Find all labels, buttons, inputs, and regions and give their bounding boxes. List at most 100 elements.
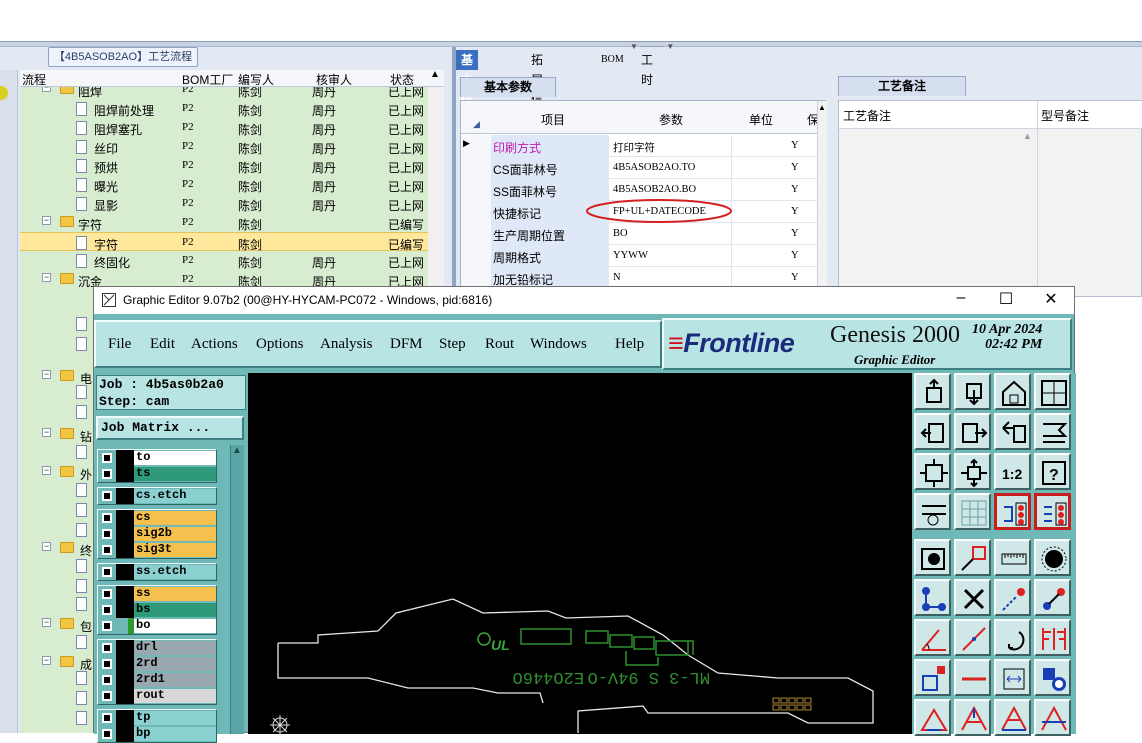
collapse-icon[interactable]: −	[42, 87, 51, 92]
param-value[interactable]: BO	[613, 228, 628, 239]
tree-folder-row[interactable]: − 字符 P2 陈剑 已编写	[20, 213, 428, 232]
layer-name[interactable]: 2rd1	[134, 673, 216, 687]
scroll-up-icon[interactable]: ▲	[430, 69, 440, 80]
layer-name[interactable]: ts	[134, 467, 216, 481]
param-value[interactable]: 4B5ASOB2AO.TO	[613, 162, 695, 173]
layer-row[interactable]: bo	[98, 618, 216, 634]
layer-name[interactable]: ss	[134, 587, 216, 601]
tree-item-row[interactable]: 显影 P2 陈剑 周丹 已上网	[20, 194, 428, 213]
snap-red2-button[interactable]	[1034, 493, 1071, 530]
tree-item-row[interactable]: 终固化 P2 陈剑 周丹 已上网	[20, 251, 428, 270]
subtab-basic-params[interactable]: 基本参数	[460, 77, 556, 97]
menu-help[interactable]: Help	[615, 336, 644, 353]
col-writer[interactable]: 编写人	[238, 71, 274, 88]
tree-item-row[interactable]: 字符 P2 陈剑 已编写	[20, 232, 428, 252]
line-button[interactable]	[954, 619, 991, 656]
tree-item-row[interactable]: 阻焊塞孔 P2 陈剑 周丹 已上网	[20, 118, 428, 137]
process-tree-scrollbar[interactable]	[428, 87, 444, 297]
param-value[interactable]: YYWW	[613, 250, 648, 261]
params-row[interactable]: CS面菲林号 4B5ASOB2AO.TO Y	[461, 157, 819, 179]
layer-list-scrollbar[interactable]: ▲	[230, 445, 244, 734]
layer-name[interactable]: cs.etch	[134, 489, 216, 503]
collapse-icon[interactable]: −	[42, 542, 51, 551]
param-value[interactable]: 4B5ASOB2AO.BO	[613, 184, 696, 195]
layer-row[interactable]: rout	[98, 688, 216, 704]
tree-item-row[interactable]: 曝光 P2 陈剑 周丹 已上网	[20, 175, 428, 194]
resize-button[interactable]	[994, 659, 1031, 696]
shape-edit-button[interactable]	[954, 539, 991, 576]
layer-checkbox[interactable]	[102, 513, 112, 523]
layer-checkbox[interactable]	[102, 643, 112, 653]
collapse-icon[interactable]: −	[42, 428, 51, 437]
param-value[interactable]: N	[613, 272, 621, 283]
layer-row[interactable]: to	[98, 450, 216, 466]
layer-name[interactable]: rout	[134, 689, 216, 703]
col-bom[interactable]: BOM工厂	[182, 71, 233, 88]
layer-name[interactable]: bo	[134, 619, 216, 633]
minus-button[interactable]	[954, 659, 991, 696]
col-param[interactable]: 参数	[659, 111, 683, 128]
col-process-notes[interactable]: 工艺备注	[843, 107, 891, 124]
tab-basic-info[interactable]: 基本信息	[456, 50, 479, 127]
measure-tool-button[interactable]	[914, 493, 951, 530]
triangle-c-button[interactable]	[1034, 699, 1071, 736]
minimize-icon[interactable]: –	[946, 289, 976, 307]
col-unit[interactable]: 单位	[749, 111, 773, 128]
layer-name[interactable]: 2rd	[134, 657, 216, 671]
delete-button[interactable]	[954, 579, 991, 616]
layer-checkbox[interactable]	[102, 675, 112, 685]
col-status[interactable]: 状态	[390, 71, 414, 88]
move-button[interactable]	[994, 579, 1031, 616]
layer-row[interactable]: sig2b	[98, 526, 216, 542]
layer-checkbox[interactable]	[102, 453, 112, 463]
collapse-icon[interactable]: −	[42, 466, 51, 475]
collapse-icon[interactable]: −	[42, 216, 51, 225]
layer-checkbox[interactable]	[102, 713, 112, 723]
menu-rout[interactable]: Rout	[485, 336, 514, 353]
collapse-icon[interactable]: −	[42, 618, 51, 627]
row-header[interactable]	[461, 245, 491, 267]
layer-name[interactable]: drl	[134, 641, 216, 655]
menu-edit[interactable]: Edit	[150, 336, 175, 353]
connect-button[interactable]	[914, 579, 951, 616]
row-header[interactable]: ▶	[461, 135, 491, 157]
col-model-notes[interactable]: 型号备注	[1041, 107, 1089, 124]
rotate-button[interactable]	[994, 619, 1031, 656]
scroll-up-icon[interactable]: ▲	[1023, 131, 1032, 141]
col-reviewer[interactable]: 核审人	[316, 71, 352, 88]
job-matrix-button[interactable]: Job Matrix ...	[96, 416, 244, 440]
layer-checkbox[interactable]	[102, 621, 112, 631]
menu-analysis[interactable]: Analysis	[320, 336, 373, 353]
layer-row[interactable]: ss	[98, 586, 216, 602]
window-split-button[interactable]	[1034, 373, 1071, 410]
layer-row[interactable]: cs.etch	[98, 488, 216, 504]
layer-name[interactable]: cs	[134, 511, 216, 525]
corner-icon[interactable]: ◢	[473, 119, 480, 130]
collapse-icon[interactable]: −	[42, 370, 51, 379]
zoom-1to1-button[interactable]: 1:2	[994, 453, 1031, 490]
scroll-up-icon[interactable]: ▲	[818, 103, 826, 112]
tab-extended-info[interactable]: 拓展信息	[526, 50, 548, 127]
menu-step[interactable]: Step	[439, 336, 466, 353]
layer-name[interactable]: bs	[134, 603, 216, 617]
menu-options[interactable]: Options	[256, 336, 304, 353]
row-header[interactable]	[461, 179, 491, 201]
row-header[interactable]	[461, 201, 491, 223]
panel-divider[interactable]	[452, 47, 456, 297]
zoom-home-button[interactable]	[914, 373, 951, 410]
params-row[interactable]: ▶ 印刷方式 打印字符 Y	[461, 135, 819, 157]
tab-process-notes[interactable]: 工艺备注	[838, 76, 966, 96]
zoom-center-button[interactable]	[954, 453, 991, 490]
node-edit-button[interactable]	[914, 659, 951, 696]
graphic-canvas[interactable]: UL E2O446O ML-3 S 94V-O	[248, 373, 912, 734]
layer-checkbox[interactable]	[102, 545, 112, 555]
tree-item-row[interactable]: 丝印 P2 陈剑 周丹 已上网	[20, 137, 428, 156]
menu-actions[interactable]: Actions	[191, 336, 238, 353]
layer-row[interactable]: drl	[98, 640, 216, 656]
tree-folder-row[interactable]: − 阻焊 P2 陈剑 周丹 已上网	[20, 87, 428, 99]
tab-labor-hours[interactable]: 工时	[636, 50, 658, 87]
menu-file[interactable]: File	[108, 336, 131, 353]
col-flow[interactable]: 流程	[22, 71, 46, 88]
layer-checkbox[interactable]	[102, 589, 112, 599]
row-header[interactable]	[461, 223, 491, 245]
